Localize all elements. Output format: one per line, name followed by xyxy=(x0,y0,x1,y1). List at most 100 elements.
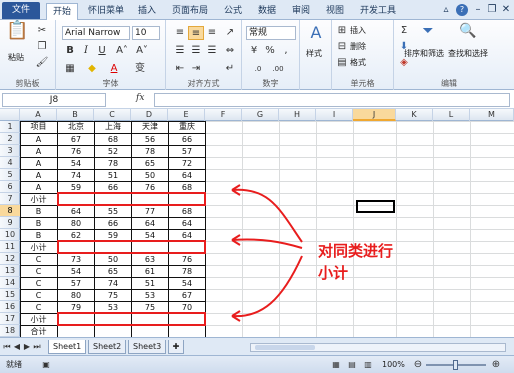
align-right-icon[interactable]: ☰ xyxy=(204,44,220,58)
number-format-select[interactable]: 常规 xyxy=(246,26,296,40)
new-sheet-icon[interactable]: ✚ xyxy=(168,340,184,354)
zoom-level[interactable]: 100% xyxy=(382,359,405,371)
format-label[interactable]: 格式 xyxy=(350,57,366,69)
copy-icon[interactable]: ❐ xyxy=(34,40,50,54)
row-header[interactable]: 11 xyxy=(0,241,20,253)
row-header[interactable]: 9 xyxy=(0,217,20,229)
column-header[interactable]: C xyxy=(94,109,131,121)
worksheet-grid[interactable]: 项目 北京 上海 天津 重庆 A 67 68 56 66 A 76 52 78 57 A 54 78 65 72 A 74… xyxy=(20,121,514,337)
table-header-cell[interactable]: 上海 xyxy=(94,121,131,133)
zoom-out-icon[interactable]: ⊖ xyxy=(412,358,424,372)
zoom-slider-thumb[interactable] xyxy=(453,360,458,370)
italic-icon[interactable]: I xyxy=(78,44,94,58)
row-header[interactable]: 18 xyxy=(0,325,20,337)
column-header[interactable]: H xyxy=(279,109,316,121)
insert-function-icon[interactable]: fx xyxy=(136,93,144,103)
row-header[interactable]: 1 xyxy=(0,121,20,133)
tab-page-layout[interactable]: 页面布局 xyxy=(168,3,212,20)
sheet-tab-2[interactable]: Sheet2 xyxy=(88,340,127,354)
zoom-in-icon[interactable]: ⊕ xyxy=(490,358,502,372)
bold-icon[interactable]: B xyxy=(62,44,78,58)
align-left-icon[interactable]: ☰ xyxy=(172,44,188,58)
phonetic-icon[interactable]: 变 xyxy=(132,62,148,76)
font-size-select[interactable]: 10 xyxy=(132,26,160,40)
comma-icon[interactable]: , xyxy=(278,44,294,58)
column-header[interactable]: M xyxy=(470,109,514,121)
tab-home[interactable]: 开始 xyxy=(46,3,78,20)
row-header-selected[interactable]: 8 xyxy=(0,205,20,217)
row-header[interactable]: 3 xyxy=(0,145,20,157)
zoom-slider[interactable] xyxy=(426,360,486,370)
row-header[interactable]: 7 xyxy=(0,193,20,205)
table-header-cell[interactable]: 北京 xyxy=(57,121,94,133)
row-header[interactable]: 17 xyxy=(0,313,20,325)
table-cell[interactable] xyxy=(131,326,168,337)
table-cell[interactable]: 合计 xyxy=(20,326,57,337)
tab-developer[interactable]: 开发工具 xyxy=(356,3,400,20)
align-middle-icon[interactable]: ≡ xyxy=(188,26,204,40)
borders-icon[interactable]: ▦ xyxy=(62,62,78,76)
row-header[interactable]: 5 xyxy=(0,169,20,181)
macro-record-icon[interactable]: ▣ xyxy=(40,358,52,372)
row-header[interactable]: 12 xyxy=(0,253,20,265)
table-cell[interactable] xyxy=(57,326,94,337)
column-header[interactable]: B xyxy=(57,109,94,121)
minimize-ribbon-icon[interactable]: ▵ xyxy=(440,4,452,16)
sort-filter-icon[interactable]: ⏷ xyxy=(418,24,438,44)
paste-icon[interactable]: 📋 xyxy=(6,22,28,48)
select-all-corner[interactable] xyxy=(0,109,20,121)
page-break-view-icon[interactable]: ▥ xyxy=(362,358,374,372)
row-header[interactable]: 13 xyxy=(0,265,20,277)
column-header[interactable]: E xyxy=(168,109,205,121)
sheet-tab-3[interactable]: Sheet3 xyxy=(128,340,167,354)
wrap-text-icon[interactable]: ↵ xyxy=(222,62,238,76)
scrollbar-thumb[interactable] xyxy=(255,345,315,350)
help-icon[interactable]: ? xyxy=(456,4,468,16)
row-header[interactable]: 15 xyxy=(0,289,20,301)
shrink-font-icon[interactable]: A˅ xyxy=(134,44,150,58)
decrease-indent-icon[interactable]: ⇤ xyxy=(172,62,188,76)
autosum-icon[interactable]: Σ xyxy=(396,24,412,38)
normal-view-icon[interactable]: ▦ xyxy=(330,358,342,372)
active-cell-j8[interactable] xyxy=(356,200,395,213)
percent-icon[interactable]: % xyxy=(262,44,278,58)
align-top-icon[interactable]: ≡ xyxy=(172,26,188,40)
align-center-icon[interactable]: ☰ xyxy=(188,44,204,58)
first-sheet-icon[interactable]: ⏮ xyxy=(2,340,12,354)
row-header[interactable]: 6 xyxy=(0,181,20,193)
find-select-icon[interactable]: 🔍 xyxy=(458,24,478,44)
prev-sheet-icon[interactable]: ◀ xyxy=(12,340,22,354)
close-icon[interactable]: ✕ xyxy=(500,4,512,16)
horizontal-scrollbar[interactable] xyxy=(250,343,506,352)
increase-decimal-icon[interactable]: .0 xyxy=(250,62,266,76)
format-cells-icon[interactable]: ▤ xyxy=(334,56,350,70)
fill-color-icon[interactable]: ◆ xyxy=(84,62,100,76)
font-name-select[interactable]: Arial Narrow xyxy=(62,26,130,40)
delete-cells-icon[interactable]: ⊟ xyxy=(334,40,350,54)
page-layout-view-icon[interactable]: ▤ xyxy=(346,358,358,372)
tab-data[interactable]: 数据 xyxy=(254,3,280,20)
styles-label[interactable]: 样式 xyxy=(306,48,322,60)
cut-icon[interactable]: ✂ xyxy=(34,24,50,38)
table-header-cell[interactable]: 天津 xyxy=(131,121,168,133)
column-header[interactable]: I xyxy=(316,109,353,121)
row-header[interactable]: 10 xyxy=(0,229,20,241)
increase-indent-icon[interactable]: ⇥ xyxy=(188,62,204,76)
table-header-cell[interactable]: 重庆 xyxy=(168,121,205,133)
next-sheet-icon[interactable]: ▶ xyxy=(22,340,32,354)
last-sheet-icon[interactable]: ⏭ xyxy=(32,340,42,354)
insert-label[interactable]: 插入 xyxy=(350,25,366,37)
tab-classic-menu[interactable]: 怀旧菜单 xyxy=(84,3,128,20)
grow-font-icon[interactable]: A˄ xyxy=(114,44,130,58)
tab-file[interactable]: 文件 xyxy=(2,2,40,19)
decrease-decimal-icon[interactable]: .00 xyxy=(270,62,286,76)
row-header[interactable]: 4 xyxy=(0,157,20,169)
delete-label[interactable]: 删除 xyxy=(350,41,366,53)
name-box[interactable]: J8 xyxy=(2,93,106,107)
column-header[interactable]: K xyxy=(396,109,433,121)
currency-icon[interactable]: ¥ xyxy=(246,44,262,58)
minimize-icon[interactable]: – xyxy=(472,4,484,16)
underline-icon[interactable]: U xyxy=(94,44,110,58)
styles-icon[interactable]: A xyxy=(308,25,324,41)
column-header[interactable]: F xyxy=(205,109,242,121)
